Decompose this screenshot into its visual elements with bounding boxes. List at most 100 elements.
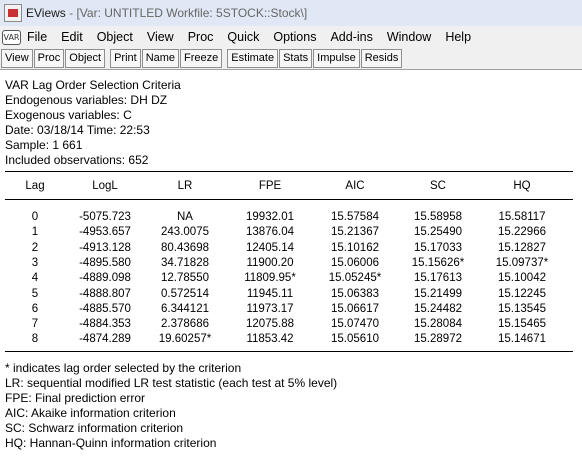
cell-fpe-lag-3: 11900.20: [246, 257, 294, 269]
table-top-rule: [5, 171, 573, 172]
included-observations: Included observations: 652: [5, 153, 149, 167]
column-header-sc: SC: [430, 180, 446, 192]
cell-lag-lag-3: 3: [31, 257, 39, 269]
note-hq: HQ: Hannan-Quinn information criterion: [5, 436, 217, 450]
cell-lr-lag-7: 2.378686: [161, 318, 209, 330]
menu-bar: VAR File Edit Object View Proc Quick Opt…: [0, 26, 582, 48]
eviews-app-icon: [4, 4, 22, 22]
cell-aic-lag-2: 15.10162: [331, 242, 379, 254]
app-name: EViews: [26, 6, 66, 20]
object-toolbar: View Proc Object Print Name Freeze Estim…: [0, 48, 582, 70]
cell-aic-lag-3: 15.06006: [331, 257, 379, 269]
estimate-button[interactable]: Estimate: [227, 49, 279, 68]
cell-hq-lag-8: 15.14671: [498, 333, 546, 345]
cell-fpe-lag-1: 13876.04: [246, 226, 294, 238]
resids-button[interactable]: Resids: [360, 49, 403, 68]
cell-logl-lag-1: -4953.657: [79, 226, 131, 238]
cell-lr-lag-6: 6.344121: [161, 303, 209, 315]
cell-fpe-lag-7: 12075.88: [246, 318, 294, 330]
cell-lr-lag-2: 80.43698: [161, 242, 209, 254]
cell-fpe-lag-4: 11809.95*: [244, 272, 296, 284]
stats-button[interactable]: Stats: [279, 49, 313, 68]
table-header-rule: [5, 199, 573, 200]
column-header-hq: HQ: [513, 180, 531, 192]
cell-lr-lag-4: 12.78550: [161, 272, 209, 284]
cell-logl-lag-8: -4874.289: [79, 333, 131, 345]
print-button[interactable]: Print: [110, 49, 141, 68]
note-asterisk: * indicates lag order selected by the cr…: [5, 361, 242, 375]
cell-lag-lag-7: 7: [31, 318, 39, 330]
note-sc: SC: Schwarz information criterion: [5, 421, 184, 435]
table-bottom-rule: [5, 351, 573, 352]
cell-fpe-lag-0: 19932.01: [246, 211, 294, 223]
column-header-lag: Lag: [25, 180, 45, 192]
sample-range: Sample: 1 661: [5, 138, 83, 152]
cell-logl-lag-4: -4889.098: [79, 272, 131, 284]
cell-sc-lag-8: 15.28972: [414, 333, 462, 345]
cell-aic-lag-8: 15.05610: [331, 333, 379, 345]
cell-sc-lag-1: 15.25490: [414, 226, 462, 238]
menu-proc[interactable]: Proc: [188, 30, 214, 44]
note-fpe: FPE: Final prediction error: [5, 391, 146, 405]
var-object-icon[interactable]: VAR: [2, 29, 21, 45]
cell-aic-lag-6: 15.06617: [331, 303, 379, 315]
cell-lr-lag-1: 243.0075: [161, 226, 209, 238]
cell-hq-lag-7: 15.15465: [498, 318, 546, 330]
object-button[interactable]: Object: [65, 49, 106, 68]
proc-button[interactable]: Proc: [33, 49, 65, 68]
note-lr: LR: sequential modified LR test statisti…: [5, 376, 338, 390]
cell-hq-lag-3: 15.09737*: [495, 257, 549, 269]
column-header-aic: AIC: [345, 180, 365, 192]
cell-hq-lag-4: 15.10042: [498, 272, 546, 284]
cell-lag-lag-6: 6: [31, 303, 39, 315]
cell-lr-lag-0: NA: [177, 211, 193, 223]
cell-aic-lag-4: 15.05245*: [328, 272, 382, 284]
cell-sc-lag-0: 15.58958: [414, 211, 462, 223]
column-header-lr: LR: [177, 180, 193, 192]
cell-fpe-lag-8: 11853.42: [246, 333, 294, 345]
cell-sc-lag-5: 15.21499: [414, 288, 462, 300]
cell-hq-lag-0: 15.58117: [498, 211, 546, 223]
cell-fpe-lag-6: 11973.17: [246, 303, 294, 315]
menu-help[interactable]: Help: [445, 30, 471, 44]
cell-lag-lag-2: 2: [31, 242, 39, 254]
menu-options[interactable]: Options: [273, 30, 316, 44]
cell-lr-lag-5: 0.572514: [161, 288, 209, 300]
cell-sc-lag-6: 15.24482: [414, 303, 462, 315]
cell-lr-lag-8: 19.60257*: [158, 333, 212, 345]
menu-object[interactable]: Object: [97, 30, 133, 44]
impulse-button[interactable]: Impulse: [313, 49, 360, 68]
cell-logl-lag-7: -4884.353: [79, 318, 131, 330]
cell-lr-lag-3: 34.71828: [161, 257, 209, 269]
menu-edit[interactable]: Edit: [61, 30, 83, 44]
date-time: Date: 03/18/14 Time: 22:53: [5, 123, 150, 137]
name-button[interactable]: Name: [141, 49, 180, 68]
cell-hq-lag-5: 15.12245: [498, 288, 546, 300]
cell-lag-lag-8: 8: [31, 333, 39, 345]
note-aic: AIC: Akaike information criterion: [5, 406, 176, 420]
menu-quick[interactable]: Quick: [227, 30, 259, 44]
title-bar[interactable]: EViews - [Var: UNTITLED Workfile: 5STOCK…: [0, 0, 582, 27]
column-header-fpe: FPE: [258, 180, 282, 192]
cell-aic-lag-5: 15.06383: [331, 288, 379, 300]
menu-view[interactable]: View: [147, 30, 174, 44]
freeze-button[interactable]: Freeze: [180, 49, 223, 68]
cell-logl-lag-6: -4885.570: [79, 303, 131, 315]
window-title-detail: - [Var: UNTITLED Workfile: 5STOCK::Stock…: [65, 6, 308, 20]
cell-sc-lag-7: 15.28084: [414, 318, 462, 330]
cell-logl-lag-5: -4888.807: [79, 288, 131, 300]
output-pane[interactable]: VAR Lag Order Selection Criteria Endogen…: [0, 70, 582, 469]
cell-fpe-lag-5: 11945.11: [246, 288, 294, 300]
cell-lag-lag-4: 4: [31, 272, 39, 284]
cell-hq-lag-2: 15.12827: [498, 242, 546, 254]
menu-window[interactable]: Window: [387, 30, 431, 44]
cell-logl-lag-2: -4913.128: [79, 242, 131, 254]
menu-add-ins[interactable]: Add-ins: [330, 30, 372, 44]
cell-fpe-lag-2: 12405.14: [246, 242, 294, 254]
endogenous-variables: Endogenous variables: DH DZ: [5, 93, 168, 107]
view-button[interactable]: View: [1, 49, 33, 68]
menu-file[interactable]: File: [27, 30, 47, 44]
cell-aic-lag-0: 15.57584: [331, 211, 379, 223]
cell-sc-lag-2: 15.17033: [414, 242, 462, 254]
window-title: EViews - [Var: UNTITLED Workfile: 5STOCK…: [26, 6, 307, 20]
